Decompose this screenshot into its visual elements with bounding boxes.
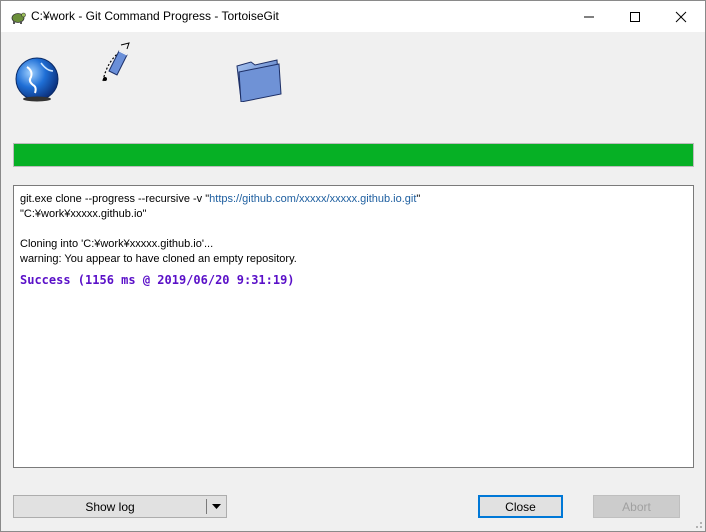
progress-bar xyxy=(13,143,694,167)
close-button[interactable]: Close xyxy=(478,495,563,518)
close-icon xyxy=(675,11,687,22)
log-command-line: git.exe clone --progress --recursive -v … xyxy=(20,192,420,207)
minimize-icon xyxy=(584,16,594,17)
show-log-label: Show log xyxy=(85,499,135,514)
tortoisegit-icon xyxy=(11,12,26,24)
log-command-end: " xyxy=(416,193,421,205)
log-warning-line: warning: You appear to have cloned an em… xyxy=(20,253,297,265)
window-title: C:¥work - Git Command Progress - Tortois… xyxy=(31,9,279,23)
globe-icon xyxy=(15,57,59,102)
log-success-line: Success (1156 ms @ 2019/06/20 9:31:19) xyxy=(20,273,295,287)
show-log-split-button[interactable]: Show log xyxy=(13,495,227,518)
abort-button[interactable]: Abort xyxy=(593,495,680,518)
flying-file-icon xyxy=(102,42,130,82)
folder-icon xyxy=(236,59,282,102)
title-bar[interactable]: C:¥work - Git Command Progress - Tortois… xyxy=(1,1,705,32)
progress-fill xyxy=(14,144,693,166)
log-target-path: "C:¥work¥xxxxx.github.io" xyxy=(20,208,147,220)
show-log-button[interactable]: Show log xyxy=(14,496,206,517)
log-command-text: git.exe clone --progress --recursive -v … xyxy=(20,193,210,205)
log-blank xyxy=(20,222,420,237)
chevron-down-icon xyxy=(212,504,221,509)
log-output[interactable]: git.exe clone --progress --recursive -v … xyxy=(13,185,694,468)
minimize-button[interactable] xyxy=(566,1,612,32)
close-label: Close xyxy=(505,499,536,514)
abort-label: Abort xyxy=(622,499,651,514)
progress-dialog: C:¥work - Git Command Progress - Tortois… xyxy=(0,0,706,532)
maximize-button[interactable] xyxy=(612,1,658,32)
resize-grip-icon[interactable] xyxy=(693,519,703,529)
maximize-icon xyxy=(630,11,640,22)
log-cloning-line: Cloning into 'C:¥work¥xxxxx.github.io'..… xyxy=(20,238,214,250)
log-content: git.exe clone --progress --recursive -v … xyxy=(20,192,420,288)
close-window-button[interactable] xyxy=(658,1,704,32)
show-log-dropdown[interactable] xyxy=(207,496,226,517)
repository-url-link[interactable]: https://github.com/xxxxx/xxxxx.github.io… xyxy=(209,193,416,205)
